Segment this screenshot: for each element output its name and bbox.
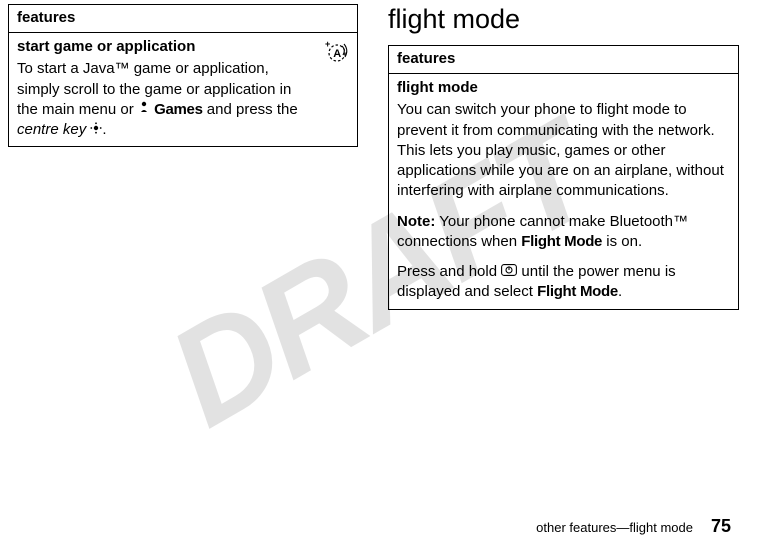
right-p3: Press and hold until the power menu is d… <box>397 262 730 303</box>
right-column: flight mode features flight mode You can… <box>388 4 739 310</box>
p3-c: . <box>618 283 622 300</box>
left-subhead: start game or application <box>17 37 313 57</box>
right-features-table: features flight mode You can switch your… <box>388 45 739 310</box>
svg-text:+: + <box>325 39 330 49</box>
antenna-plus-icon: +A <box>323 50 349 67</box>
tm-1: ™ <box>115 60 130 77</box>
joystick-icon <box>138 100 150 120</box>
svg-text:A: A <box>333 48 341 60</box>
right-p1: You can switch your phone to flight mode… <box>397 100 730 201</box>
right-p2: Note: Your phone cannot make Bluetooth™ … <box>397 212 730 253</box>
section-title: flight mode <box>388 4 739 35</box>
flight-mode-label-1: Flight Mode <box>521 233 602 250</box>
page-content: features start game or application To st… <box>0 0 759 310</box>
centre-key-icon <box>90 120 102 140</box>
games-label: Games <box>154 101 203 118</box>
right-subhead: flight mode <box>397 78 730 98</box>
p2-a: Your phone cannot make Bluetooth <box>435 213 673 230</box>
left-features-table: features start game or application To st… <box>8 4 358 147</box>
p2-b: connections when <box>397 233 521 250</box>
page-number: 75 <box>711 516 731 537</box>
left-table-cell: start game or application To start a Jav… <box>9 33 358 147</box>
right-table-cell: flight mode You can switch your phone to… <box>389 74 739 310</box>
right-table-header: features <box>389 46 739 74</box>
left-body-end: . <box>102 121 106 138</box>
p2-c: is on. <box>602 233 642 250</box>
page-footer: other features—flight mode 75 <box>536 516 731 537</box>
left-table-header: features <box>9 5 358 33</box>
centre-key-text: centre key <box>17 121 86 138</box>
left-body-post1: and press the <box>203 101 298 118</box>
left-column: features start game or application To st… <box>8 4 358 310</box>
power-key-icon <box>501 262 517 282</box>
tm-2: ™ <box>673 213 688 230</box>
note-label: Note: <box>397 213 435 230</box>
left-body-pre: To start a Java <box>17 60 115 77</box>
p3-a: Press and hold <box>397 263 501 280</box>
footer-text: other features—flight mode <box>536 520 693 535</box>
flight-mode-label-2: Flight Mode <box>537 283 618 300</box>
